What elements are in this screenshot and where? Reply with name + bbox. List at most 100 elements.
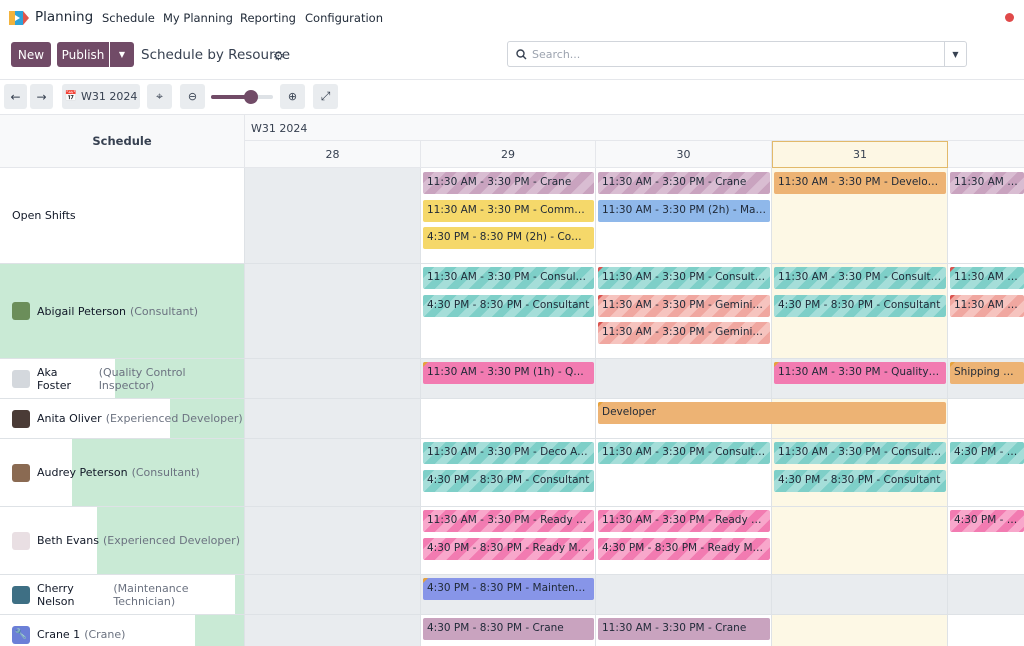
search-input[interactable]: Search... [532, 48, 580, 61]
top-navbar: Planning Schedule My Planning Reporting … [0, 0, 1024, 36]
avatar [12, 463, 30, 482]
gantt-cell[interactable] [245, 264, 421, 358]
gantt-cell[interactable] [245, 507, 421, 574]
divider [0, 79, 1024, 80]
gantt-cell[interactable] [772, 575, 948, 614]
avatar [12, 531, 30, 550]
app-title[interactable]: Planning [35, 9, 93, 25]
gantt-cell[interactable] [245, 439, 421, 506]
shift-pill[interactable]: 11:30 AM - 3:30 PM - Crane [598, 172, 770, 194]
gantt-cell[interactable] [948, 615, 1024, 646]
gantt-cell[interactable] [772, 507, 948, 574]
row-role: (Consultant) [131, 466, 200, 479]
row-role: (Quality Control Inspector) [98, 365, 186, 392]
zoom-slider-handle[interactable] [244, 90, 258, 104]
row-name: Abigail Peterson [37, 304, 126, 318]
zoom-out-icon: ⊖ [187, 90, 198, 103]
gantt-cell[interactable] [772, 615, 948, 646]
row-label[interactable]: Anita Oliver (Experienced Developer) [0, 399, 245, 438]
gantt-cell[interactable] [596, 359, 772, 398]
today-button[interactable]: ⌖ [147, 84, 172, 109]
planning-app-icon[interactable] [9, 9, 29, 27]
shift-pill[interactable]: 4:30 PM - 8:30 PM - Crane [423, 618, 594, 640]
zoom-in-button[interactable]: ⊕ [280, 84, 305, 109]
shift-pill[interactable]: 4:30 PM - 8:30 PM (2h) - Commu... [423, 227, 594, 249]
shift-pill[interactable]: 11:30 AM - 3:30 PM - Crane [598, 618, 770, 640]
page-title: Schedule by Resource [141, 47, 291, 63]
zoom-in-icon: ⊕ [287, 90, 298, 103]
row-label[interactable]: Cherry Nelson (Maintenance Technician) [0, 575, 245, 614]
gantt-cell[interactable] [596, 575, 772, 614]
search-options-toggle[interactable]: ▼ [944, 42, 966, 66]
row-label[interactable]: Open Shifts [0, 168, 245, 263]
shift-pill[interactable]: 11:30 AM - 3:30 PM - Consultant [774, 442, 946, 464]
zoom-slider[interactable] [211, 95, 273, 99]
shift-pill[interactable]: Developer [598, 402, 946, 424]
shift-pill[interactable]: 11:30 AM - 3:30 PM (1h) - Qualit... [423, 362, 594, 384]
row-label[interactable]: Aka Foster (Quality Control Inspector) [0, 359, 245, 398]
shift-pill[interactable]: 4:30 PM - 8:30 PM - Ready Mat -... [423, 538, 594, 560]
row-name: Aka Foster [37, 365, 71, 392]
menu-reporting[interactable]: Reporting [240, 11, 296, 25]
menu-configuration[interactable]: Configuration [305, 11, 383, 25]
shift-pill[interactable]: 11:30 AM - 3:30 PM - Developer ... [774, 172, 946, 194]
shift-pill[interactable]: 11:30 AM - 3:30 PM - Deco Addi... [423, 442, 594, 464]
menu-schedule[interactable]: Schedule [102, 11, 155, 25]
shift-pill[interactable]: 11:30 AM - 3:30 PM - Gemini Fur... [598, 322, 770, 344]
shift-pill[interactable]: 11:30 AM - 3:30 PM - Gemini Fur... [598, 295, 770, 317]
shift-pill[interactable]: Shipping Assoc [950, 362, 1024, 384]
publish-button[interactable]: Publish [57, 42, 109, 67]
shift-pill[interactable]: 11:30 AM - 3:30 PM (2h) - Mana... [598, 200, 770, 222]
shift-pill[interactable]: 4:30 PM - 8:30 PM - Ready Mat -... [598, 538, 770, 560]
gantt-cell[interactable] [948, 575, 1024, 614]
new-button[interactable]: New [11, 42, 51, 67]
expand-button[interactable]: ⤢ [313, 84, 338, 109]
shift-pill[interactable]: 11:30 AM - 3:30 PM - Crane [423, 172, 594, 194]
shift-pill[interactable]: 11:30 AM - 3:30 PM - Consultant [774, 267, 946, 289]
shift-pill[interactable]: 4:30 PM - 8:30 PM - Consultant [774, 470, 946, 492]
week-header: W31 2024 [245, 115, 1024, 141]
gantt-cell[interactable] [245, 615, 421, 646]
row-role: (Consultant) [129, 304, 199, 318]
shift-pill[interactable]: 4:30 PM - 8:30 [950, 442, 1024, 464]
shift-pill[interactable]: 11:30 AM - 3:30 PM - Quality Co... [774, 362, 946, 384]
shift-pill[interactable]: 11:30 AM - 3:30 PM - Ready Mat... [598, 510, 770, 532]
shift-pill[interactable]: 4:30 PM - 8:30 PM - Consultant [423, 295, 594, 317]
next-period-button[interactable]: → [30, 84, 53, 109]
row-label[interactable]: 🔧 Crane 1 (Crane) [0, 615, 245, 646]
shift-pill[interactable]: 4:30 PM - 8:30 [950, 510, 1024, 532]
gantt-cell[interactable] [245, 399, 421, 438]
row-label[interactable]: Audrey Peterson (Consultant) [0, 439, 245, 506]
gantt-cell[interactable] [245, 575, 421, 614]
shift-pill[interactable]: 11:30 AM - 3:30 PM - Communit... [423, 200, 594, 222]
period-selector-button[interactable]: 📅 W31 2024 [62, 84, 140, 109]
gantt-cell[interactable] [245, 168, 421, 263]
day-header-28: 28 [245, 141, 421, 168]
row-name: Beth Evans [37, 534, 99, 547]
shift-pill[interactable]: 11:30 AM - 3:30 [950, 295, 1024, 317]
gear-icon[interactable]: ⚙ [273, 49, 284, 63]
row-label[interactable]: Beth Evans (Experienced Developer) [0, 507, 245, 574]
menu-my-planning[interactable]: My Planning [163, 11, 233, 25]
gantt-cell[interactable] [421, 399, 596, 438]
shift-pill[interactable]: 11:30 AM - 3:30 PM - Consultant [423, 267, 594, 289]
gantt-cell[interactable] [245, 359, 421, 398]
shift-pill[interactable]: 4:30 PM - 8:30 PM - Consultant [774, 295, 946, 317]
avatar [12, 585, 30, 604]
row-label[interactable]: Abigail Peterson (Consultant) [0, 264, 245, 358]
publish-dropdown-button[interactable]: ▼ [110, 42, 134, 67]
prev-period-button[interactable]: ← [4, 84, 27, 109]
shift-pill[interactable]: 11:30 AM - 3:30 [950, 172, 1024, 194]
wrench-icon: 🔧 [12, 625, 30, 644]
shift-pill[interactable]: 11:30 AM - 3:30 PM - Consultant [598, 267, 770, 289]
gantt-cell[interactable] [948, 399, 1024, 438]
shift-pill[interactable]: 4:30 PM - 8:30 PM - Consultant [423, 470, 594, 492]
notification-dot[interactable] [1005, 13, 1014, 22]
shift-pill[interactable]: 4:30 PM - 8:30 PM - Maintenanc... [423, 578, 594, 600]
row-role: (Crane) [84, 628, 126, 641]
shift-pill[interactable]: 11:30 AM - 3:30 PM - Ready Mat... [423, 510, 594, 532]
zoom-out-button[interactable]: ⊖ [180, 84, 205, 109]
shift-pill[interactable]: 11:30 AM - 3:30 PM - Consultant [598, 442, 770, 464]
shift-pill[interactable]: 11:30 AM - 3:30 [950, 267, 1024, 289]
search-bar[interactable]: Search... ▼ [507, 41, 967, 67]
